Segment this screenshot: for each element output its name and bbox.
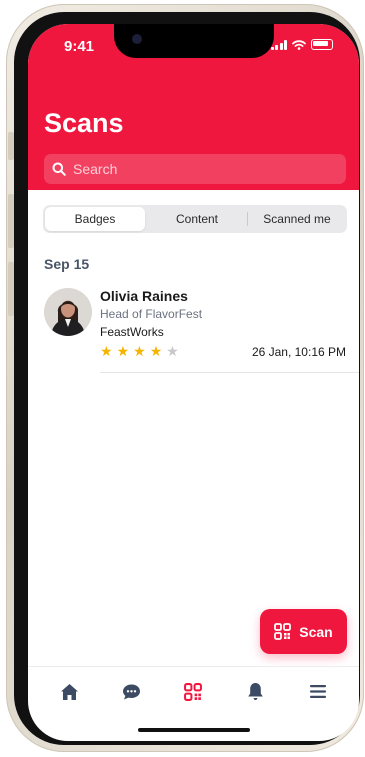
home-icon xyxy=(60,683,78,700)
menu-icon xyxy=(309,685,326,698)
nav-scans[interactable] xyxy=(175,674,211,710)
nav-chat[interactable] xyxy=(113,674,149,710)
camera-icon xyxy=(132,34,142,44)
wifi-icon xyxy=(292,39,306,50)
status-time: 9:41 xyxy=(64,38,95,55)
contact-name[interactable]: Olivia Raines xyxy=(100,288,188,304)
contact-role: Head of FlavorFest xyxy=(100,307,203,321)
date-section-header: Sep 15 xyxy=(44,256,90,272)
bell-icon xyxy=(248,683,263,700)
status-icons xyxy=(270,39,333,50)
star-icon[interactable]: ★ xyxy=(150,344,163,358)
search-icon xyxy=(52,162,66,176)
battery-icon xyxy=(311,39,333,50)
nav-notifications[interactable] xyxy=(238,674,274,710)
chat-icon xyxy=(122,684,140,699)
scan-button-label: Scan xyxy=(299,623,333,640)
scan-button[interactable]: Scan xyxy=(260,609,347,654)
nav-menu[interactable] xyxy=(300,674,336,710)
segmented-tabs: Badges Content Scanned me xyxy=(43,205,347,233)
qr-code-icon xyxy=(274,623,292,640)
row-divider xyxy=(100,372,359,373)
home-indicator xyxy=(138,728,250,732)
dynamic-notch xyxy=(114,24,274,58)
tab-scanned-me[interactable]: Scanned me xyxy=(247,205,347,233)
cellular-signal-icon xyxy=(270,39,287,50)
app-screen: 9:41 Scans Badges Content Scanned me Sep… xyxy=(28,24,359,741)
star-icon[interactable]: ★ xyxy=(133,344,146,358)
bottom-nav xyxy=(28,666,359,716)
star-icon[interactable]: ★ xyxy=(100,344,113,358)
star-icon[interactable]: ★ xyxy=(166,344,179,358)
star-icon[interactable]: ★ xyxy=(117,344,130,358)
contact-company: FeastWorks xyxy=(100,325,164,339)
search-bar[interactable] xyxy=(44,154,346,184)
search-input[interactable] xyxy=(71,160,325,178)
star-rating[interactable]: ★ ★ ★ ★ ★ xyxy=(100,344,179,358)
avatar[interactable] xyxy=(44,288,92,336)
nav-home[interactable] xyxy=(51,674,87,710)
tab-content[interactable]: Content xyxy=(147,205,247,233)
scan-timestamp: 26 Jan, 10:16 PM xyxy=(251,345,346,359)
page-title: Scans xyxy=(44,108,124,138)
qr-code-icon xyxy=(184,682,203,701)
person-photo-icon xyxy=(44,288,92,336)
tab-badges[interactable]: Badges xyxy=(45,207,145,231)
